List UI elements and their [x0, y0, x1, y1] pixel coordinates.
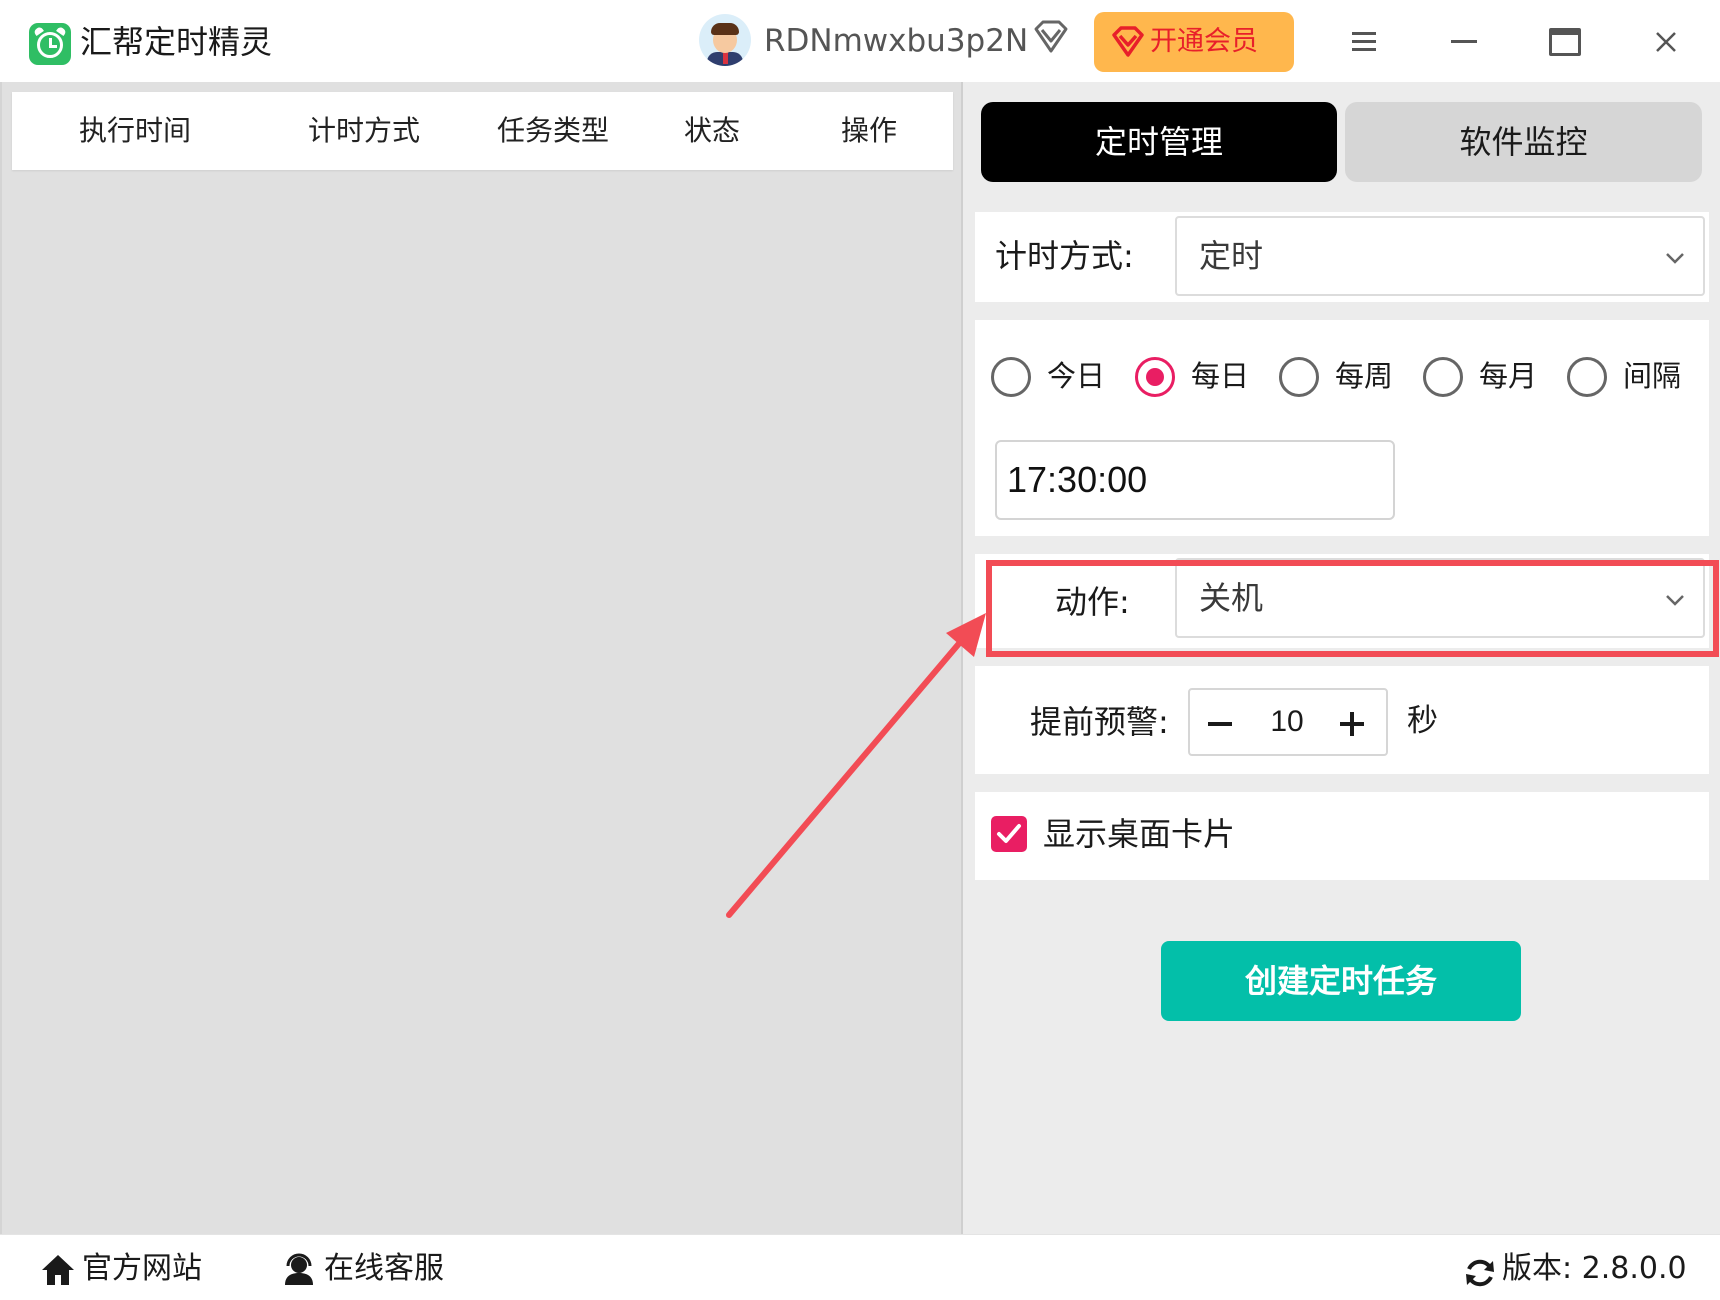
time-value: 17:30:00 — [1007, 459, 1148, 500]
time-input[interactable]: 17:30:00 — [995, 440, 1395, 520]
support-label: 在线客服 — [324, 1251, 444, 1286]
app-title: 汇帮定时精灵 — [80, 23, 273, 61]
task-list-panel: 执行时间 计时方式 任务类型 状态 操作 — [0, 82, 963, 1234]
radio-button[interactable] — [1567, 357, 1607, 397]
radio-button[interactable] — [1279, 357, 1319, 397]
vip-label: 开通会员 — [1150, 26, 1258, 57]
warning-row: 提前预警: 10 秒 — [975, 666, 1709, 774]
radio-label: 每周 — [1335, 359, 1394, 393]
alarm-clock-icon — [29, 23, 71, 65]
task-table-header: 执行时间 计时方式 任务类型 状态 操作 — [12, 92, 953, 170]
show-card-checkbox[interactable] — [991, 816, 1027, 852]
schedule-form-panel: 定时管理 软件监控 计时方式: 定时 今日 每日 每周 每月 间隔 17:30:… — [963, 82, 1720, 1234]
radio-button-selected[interactable] — [1135, 357, 1175, 397]
tab-schedule-management[interactable]: 定时管理 — [981, 102, 1337, 182]
diamond-icon — [1112, 26, 1144, 57]
warning-unit: 秒 — [1407, 703, 1438, 739]
minimize-icon[interactable] — [1451, 40, 1477, 43]
radio-button[interactable] — [1423, 357, 1463, 397]
column-header-actions[interactable]: 操作 — [841, 112, 897, 150]
minus-icon[interactable] — [1208, 722, 1232, 726]
maximize-icon[interactable] — [1549, 28, 1581, 56]
create-task-button[interactable]: 创建定时任务 — [1161, 941, 1521, 1021]
username[interactable]: RDNmwxbu3p2N — [764, 20, 1028, 62]
column-header-exec-time[interactable]: 执行时间 — [79, 112, 191, 150]
column-header-task-type[interactable]: 任务类型 — [497, 112, 609, 150]
website-label: 官方网站 — [82, 1251, 202, 1286]
menu-icon[interactable] — [1350, 30, 1378, 54]
show-card-label[interactable]: 显示桌面卡片 — [1043, 812, 1235, 856]
radio-label: 每月 — [1479, 359, 1538, 393]
radio-button[interactable] — [991, 357, 1031, 397]
warning-value[interactable]: 10 — [1260, 700, 1314, 744]
timing-mode-value: 定时 — [1199, 237, 1264, 275]
title-bar: 汇帮定时精灵 RDNmwxbu3p2N 开通会员 — [0, 0, 1720, 82]
close-icon[interactable] — [1652, 28, 1680, 56]
timing-mode-label: 计时方式: — [995, 237, 1134, 275]
checkmark-icon — [997, 824, 1021, 843]
version-label: 版本: 2.8.0.0 — [1502, 1251, 1687, 1286]
timing-mode-select[interactable]: 定时 — [1175, 216, 1705, 296]
chevron-down-icon — [1666, 253, 1684, 264]
radio-label: 间隔 — [1623, 359, 1682, 393]
warning-label: 提前预警: — [1030, 703, 1169, 741]
timing-mode-row: 计时方式: 定时 — [975, 212, 1709, 302]
radio-label: 每日 — [1191, 359, 1250, 393]
radio-label: 今日 — [1047, 359, 1106, 393]
highlight-box — [986, 560, 1719, 657]
diamond-icon — [1034, 20, 1068, 53]
footer-bar: 官方网站 在线客服 版本: 2.8.0.0 — [0, 1234, 1720, 1300]
column-header-timing-mode[interactable]: 计时方式 — [308, 112, 420, 150]
version-info[interactable]: 版本: 2.8.0.0 — [1464, 1247, 1687, 1291]
show-card-row: 显示桌面卡片 — [975, 792, 1709, 880]
refresh-icon — [1466, 1259, 1494, 1287]
headset-icon — [285, 1253, 313, 1285]
tab-software-monitor[interactable]: 软件监控 — [1345, 102, 1702, 182]
frequency-section: 今日 每日 每周 每月 间隔 17:30:00 — [975, 320, 1709, 536]
plus-icon[interactable] — [1340, 712, 1364, 736]
home-icon — [42, 1255, 74, 1285]
warning-stepper[interactable]: 10 — [1188, 688, 1388, 756]
column-header-status[interactable]: 状态 — [684, 112, 740, 150]
support-link[interactable]: 在线客服 — [282, 1247, 444, 1291]
user-avatar[interactable] — [699, 14, 751, 66]
website-link[interactable]: 官方网站 — [40, 1247, 202, 1291]
vip-upgrade-button[interactable]: 开通会员 — [1094, 12, 1294, 72]
